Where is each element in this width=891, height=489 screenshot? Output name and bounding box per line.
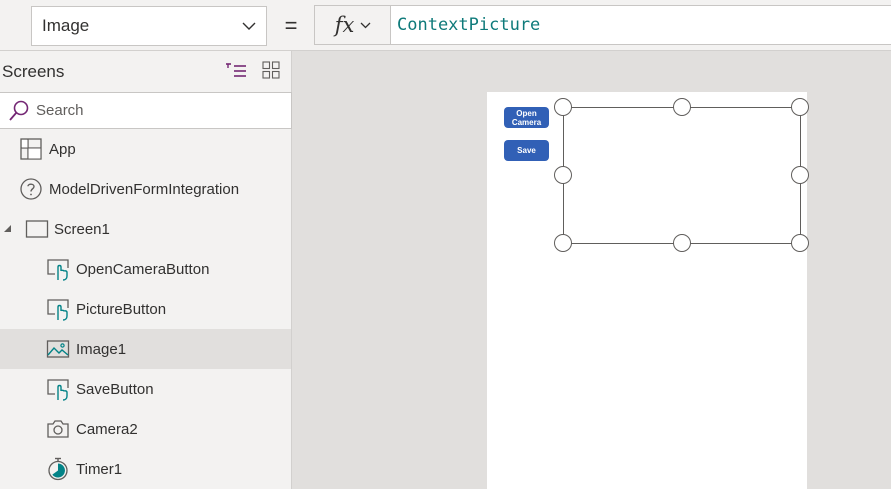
resize-handle-top-left[interactable] bbox=[554, 98, 572, 116]
formula-input[interactable]: ContextPicture bbox=[390, 5, 891, 45]
expand-caret-icon[interactable] bbox=[4, 225, 12, 233]
panel-title: Screens bbox=[2, 61, 65, 81]
tree-view-panel: Screens Search App ModelDrivenFormIntegr… bbox=[0, 51, 292, 489]
equals-sign: = bbox=[284, 13, 298, 38]
tree-item-screen1[interactable]: Screen1 bbox=[0, 209, 291, 249]
fx-button[interactable]: fx bbox=[314, 5, 391, 45]
camera-icon bbox=[46, 417, 70, 441]
resize-handle-bottom-right[interactable] bbox=[791, 234, 809, 252]
save-button[interactable]: Save bbox=[504, 140, 549, 161]
search-icon bbox=[9, 100, 29, 121]
tree-item-save-button[interactable]: SaveButton bbox=[0, 369, 291, 409]
tree-item-timer1[interactable]: Timer1 bbox=[0, 449, 291, 489]
screen1-preview[interactable]: Open Camera Save bbox=[487, 92, 809, 489]
button-control-icon bbox=[46, 257, 70, 281]
chevron-down-icon bbox=[242, 22, 256, 30]
resize-handle-right[interactable] bbox=[791, 166, 809, 184]
design-canvas[interactable]: Open Camera Save bbox=[292, 51, 891, 489]
property-dropdown-value: Image bbox=[42, 16, 90, 35]
chevron-down-icon bbox=[360, 22, 371, 28]
tree-item-label: App bbox=[49, 140, 76, 158]
fx-icon: fx bbox=[334, 13, 355, 37]
button-control-icon bbox=[46, 297, 70, 321]
open-camera-button[interactable]: Open Camera bbox=[504, 107, 549, 128]
image-control-icon bbox=[46, 337, 70, 361]
tree-item-picture-button[interactable]: PictureButton bbox=[0, 289, 291, 329]
resize-handle-left[interactable] bbox=[554, 166, 572, 184]
timer-icon bbox=[46, 457, 70, 481]
grid-view-icon[interactable] bbox=[262, 61, 280, 79]
powerapps-studio: Image = fx ContextPicture Screens Search… bbox=[0, 0, 891, 489]
resize-handle-top[interactable] bbox=[673, 98, 691, 116]
resize-handle-top-right[interactable] bbox=[791, 98, 809, 116]
tree-item-image1[interactable]: Image1 bbox=[0, 329, 291, 369]
tree-item-camera2[interactable]: Camera2 bbox=[0, 409, 291, 449]
tree-list-view-icon[interactable] bbox=[225, 62, 247, 80]
resize-handle-bottom[interactable] bbox=[673, 234, 691, 252]
tree-item-label: PictureButton bbox=[76, 300, 167, 318]
tree-item-label: SaveButton bbox=[76, 380, 154, 398]
button-control-icon bbox=[46, 377, 70, 401]
tree-search-box bbox=[0, 92, 292, 129]
tree-view-header: Screens bbox=[0, 51, 291, 92]
tree-item-label: Image1 bbox=[76, 340, 127, 358]
tree-item-label: ModelDrivenFormIntegration bbox=[49, 180, 240, 198]
property-dropdown[interactable]: Image bbox=[31, 6, 267, 46]
tree-item-label: Screen1 bbox=[54, 220, 110, 238]
search-input[interactable] bbox=[36, 102, 256, 119]
question-circle-icon bbox=[19, 177, 43, 201]
tree-item-model-driven-form-integration[interactable]: ModelDrivenFormIntegration bbox=[0, 169, 291, 209]
tree-item-label: Timer1 bbox=[76, 460, 123, 478]
screen-icon bbox=[25, 217, 49, 241]
tree-item-open-camera-button[interactable]: OpenCameraButton bbox=[0, 249, 291, 289]
tree-item-label: Camera2 bbox=[76, 420, 138, 438]
tree-item-app[interactable]: App bbox=[0, 129, 291, 169]
formula-bar: Image = fx ContextPicture bbox=[0, 0, 891, 51]
tree-item-label: OpenCameraButton bbox=[76, 260, 210, 278]
app-icon bbox=[19, 137, 43, 161]
image1-control[interactable] bbox=[563, 107, 801, 244]
resize-handle-bottom-left[interactable] bbox=[554, 234, 572, 252]
